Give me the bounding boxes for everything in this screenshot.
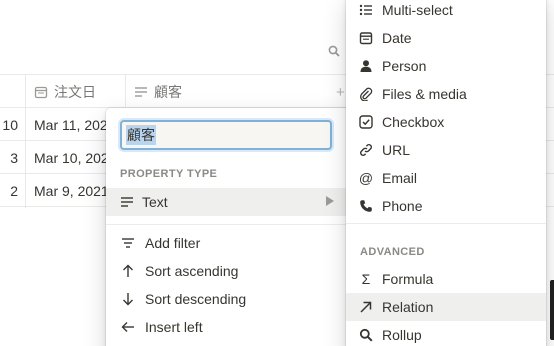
person-icon	[358, 58, 374, 74]
type-option-checkbox[interactable]: Checkbox	[346, 108, 546, 136]
type-option-rollup[interactable]: Rollup	[346, 321, 546, 346]
arrow-up-icon	[120, 263, 136, 279]
search-icon[interactable]	[328, 44, 342, 58]
property-menu: 顧客 PROPERTY TYPE Text Add filter Sort as…	[106, 108, 350, 346]
row-date[interactable]: Mar 9, 2021	[34, 183, 109, 199]
column-header-label: 注文日	[54, 83, 96, 100]
type-option-label: Date	[382, 30, 412, 46]
column-header-customer[interactable]: 顧客	[134, 75, 182, 108]
scrollbar-handle[interactable]	[550, 280, 554, 340]
text-icon	[120, 195, 134, 209]
type-option-label: Email	[382, 170, 418, 186]
menu-item-label: Insert left	[145, 319, 203, 335]
type-option-label: Files & media	[382, 86, 467, 102]
type-option-multi-select[interactable]: Multi-select	[346, 0, 546, 24]
sort-ascending-item[interactable]: Sort ascending	[106, 257, 350, 285]
arrow-up-right-icon	[358, 299, 374, 315]
property-type-selector[interactable]: Text	[106, 188, 350, 216]
type-option-url[interactable]: URL	[346, 136, 546, 164]
arrow-left-icon	[120, 319, 136, 335]
paperclip-icon	[358, 86, 374, 102]
menu-item-label: Sort descending	[145, 291, 247, 307]
sigma-icon: Σ	[361, 271, 371, 287]
insert-left-item[interactable]: Insert left	[106, 313, 350, 341]
property-type-menu: Multi-select Date Person Files & media C…	[346, 0, 546, 346]
type-option-label: Phone	[382, 198, 423, 214]
filter-icon	[120, 235, 136, 251]
calendar-icon	[358, 30, 374, 46]
phone-icon	[358, 198, 374, 214]
type-option-label: Relation	[382, 299, 434, 315]
row-number: 3	[10, 150, 18, 166]
type-option-date[interactable]: Date	[346, 24, 546, 52]
type-option-label: Person	[382, 58, 427, 74]
type-option-files-media[interactable]: Files & media	[346, 80, 546, 108]
text-icon	[134, 85, 148, 99]
type-option-label: URL	[382, 142, 411, 158]
row-date[interactable]: Mar 10, 202	[34, 150, 109, 166]
column-header-order-date[interactable]: 注文日	[34, 75, 96, 108]
add-column-icon[interactable]: +	[336, 84, 345, 101]
type-option-formula[interactable]: Σ Formula	[346, 265, 546, 293]
type-option-label: Rollup	[382, 327, 422, 343]
arrow-down-icon	[120, 291, 136, 307]
search-icon	[358, 327, 374, 343]
row-number: 2	[10, 183, 18, 199]
row-number: 10	[2, 117, 18, 133]
advanced-section-label: ADVANCED	[360, 246, 425, 258]
at-icon: @	[358, 170, 374, 186]
property-type-label: PROPERTY TYPE	[120, 168, 218, 180]
link-icon	[358, 142, 374, 158]
chevron-right-icon	[326, 196, 334, 206]
type-option-email[interactable]: @ Email	[346, 164, 546, 192]
menu-divider	[346, 223, 546, 224]
column-header-label: 顧客	[154, 83, 182, 100]
list-icon	[358, 2, 374, 18]
type-option-label: Multi-select	[382, 2, 453, 18]
type-option-label: Checkbox	[382, 114, 445, 130]
sort-descending-item[interactable]: Sort descending	[106, 285, 350, 313]
menu-item-label: Sort ascending	[145, 263, 239, 279]
row-date[interactable]: Mar 11, 202	[34, 117, 108, 133]
type-option-relation[interactable]: Relation	[346, 293, 546, 321]
type-option-label: Formula	[382, 271, 434, 287]
property-name-input[interactable]: 顧客	[120, 120, 332, 150]
current-type-label: Text	[142, 194, 168, 210]
type-option-person[interactable]: Person	[346, 52, 546, 80]
checkbox-icon	[358, 114, 374, 130]
property-name-value[interactable]: 顧客	[126, 125, 156, 145]
menu-item-label: Add filter	[145, 235, 201, 251]
add-filter-item[interactable]: Add filter	[106, 229, 350, 257]
type-option-phone[interactable]: Phone	[346, 192, 546, 220]
calendar-icon	[34, 85, 48, 99]
menu-divider	[106, 224, 350, 225]
